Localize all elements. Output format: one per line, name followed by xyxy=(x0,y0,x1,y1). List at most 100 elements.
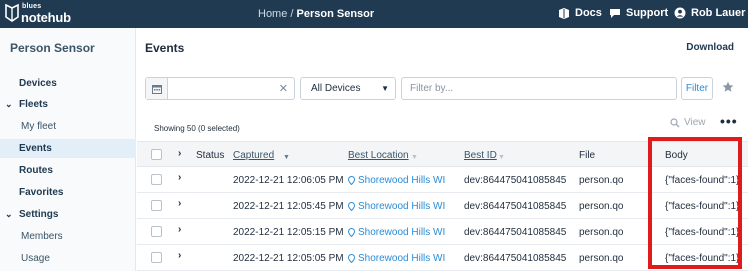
cell-location[interactable]: Shorewood Hills WI xyxy=(348,253,445,264)
column-best-id-label: Best ID xyxy=(464,150,497,161)
sidebar-item-label: Favorites xyxy=(19,187,64,198)
sidebar-item-label: Fleets xyxy=(19,99,48,110)
sidebar-item-label: My fleet xyxy=(21,121,57,132)
cell-file: person.qo xyxy=(579,227,624,238)
cell-location-label: Shorewood Hills WI xyxy=(358,201,446,212)
sidebar-item-label: Usage xyxy=(21,253,50,264)
chevron-right-icon[interactable]: › xyxy=(178,250,181,261)
cell-location-label: Shorewood Hills WI xyxy=(358,227,446,238)
chevron-down-icon[interactable]: ⌄ xyxy=(5,99,13,110)
cell-best-id: dev:864475041085845 xyxy=(464,175,567,186)
project-title[interactable]: Person Sensor xyxy=(10,41,95,55)
cell-captured: 2022-12-21 12:05:05 PM xyxy=(233,253,344,264)
cell-location[interactable]: Shorewood Hills WI xyxy=(348,175,445,186)
breadcrumb-current: Person Sensor xyxy=(296,8,375,20)
support-link[interactable]: Support xyxy=(609,7,668,19)
column-best-location-label: Best Location xyxy=(348,150,409,161)
cell-captured: 2022-12-21 12:06:05 PM xyxy=(233,175,344,186)
location-pin-icon xyxy=(348,202,355,211)
cell-location[interactable]: Shorewood Hills WI xyxy=(348,227,445,238)
chevron-right-icon[interactable]: › xyxy=(178,198,181,209)
sidebar-item-events[interactable]: Events xyxy=(0,139,136,158)
docs-icon xyxy=(559,7,569,19)
cell-location-label: Shorewood Hills WI xyxy=(358,253,446,264)
column-status: Status xyxy=(196,150,225,161)
cell-file: person.qo xyxy=(579,201,624,212)
cell-file: person.qo xyxy=(579,253,624,264)
sidebar-item-label: Routes xyxy=(19,165,53,176)
cell-location-label: Shorewood Hills WI xyxy=(358,175,446,186)
device-select[interactable]: All Devices ▼ xyxy=(300,77,396,100)
location-pin-icon xyxy=(348,176,355,185)
column-best-location[interactable]: Best Location xyxy=(348,150,409,161)
sidebar-item-usage[interactable]: Usage xyxy=(0,249,136,268)
body-column-highlight xyxy=(648,137,742,269)
sidebar-item-members[interactable]: Members xyxy=(0,227,136,246)
device-select-value: All Devices xyxy=(311,83,361,94)
location-pin-icon xyxy=(348,254,355,263)
cell-best-id: dev:864475041085845 xyxy=(464,201,567,212)
calendar-icon[interactable] xyxy=(146,78,168,99)
cell-captured: 2022-12-21 12:05:45 PM xyxy=(233,201,344,212)
sidebar: Person Sensor Devices ⌄ Fleets My fleet … xyxy=(0,28,136,271)
select-all-checkbox[interactable] xyxy=(151,149,162,160)
sidebar-item-label: Members xyxy=(21,231,63,242)
page-title: Events xyxy=(145,41,185,55)
row-checkbox[interactable] xyxy=(151,200,162,211)
row-checkbox[interactable] xyxy=(151,252,162,263)
breadcrumb-separator: / xyxy=(287,8,297,20)
breadcrumb: Home / Person Sensor xyxy=(258,8,374,20)
download-button[interactable]: Download xyxy=(686,42,734,53)
column-best-id[interactable]: Best ID xyxy=(464,150,497,161)
more-icon[interactable]: ••• xyxy=(720,113,738,129)
clear-icon[interactable]: ✕ xyxy=(279,82,288,95)
star-icon[interactable] xyxy=(722,81,734,93)
column-captured[interactable]: Captured xyxy=(233,150,274,161)
sidebar-item-settings[interactable]: ⌄ Settings xyxy=(0,205,136,224)
filter-input[interactable]: Filter by... xyxy=(401,77,677,100)
location-pin-icon xyxy=(348,228,355,237)
sort-down-icon[interactable]: ▼ xyxy=(278,151,290,162)
filter-button[interactable]: Filter xyxy=(681,77,713,100)
sidebar-item-devices[interactable]: Devices xyxy=(0,74,136,93)
cell-location[interactable]: Shorewood Hills WI xyxy=(348,201,445,212)
brand-small-text: blues xyxy=(22,3,42,10)
chevron-right-icon[interactable]: › xyxy=(178,224,181,235)
date-range-input[interactable]: ✕ xyxy=(145,77,295,100)
brand-name[interactable]: notehub xyxy=(21,10,71,25)
user-name: Rob Lauer xyxy=(691,7,746,19)
sort-icon[interactable]: ▼ xyxy=(406,151,418,162)
docs-link[interactable]: Docs xyxy=(558,7,602,19)
sidebar-item-fleets[interactable]: ⌄ Fleets xyxy=(0,95,136,114)
search-icon xyxy=(670,117,680,127)
cell-file: person.qo xyxy=(579,175,624,186)
notehub-logo-icon[interactable] xyxy=(4,3,20,23)
cell-best-id: dev:864475041085845 xyxy=(464,253,567,264)
column-captured-label: Captured xyxy=(233,150,275,161)
sidebar-item-label: Settings xyxy=(19,209,59,220)
row-checkbox[interactable] xyxy=(151,174,162,185)
view-label: View xyxy=(684,117,706,128)
results-count: Showing 50 (0 selected) xyxy=(154,124,240,133)
support-label: Support xyxy=(626,7,669,19)
docs-label: Docs xyxy=(575,7,602,19)
column-file: File xyxy=(579,150,596,161)
breadcrumb-home[interactable]: Home xyxy=(258,8,287,20)
sidebar-item-label: Devices xyxy=(19,78,57,89)
sidebar-item-favorites[interactable]: Favorites xyxy=(0,183,136,202)
top-bar: blues notehub Home / Person Sensor Docs … xyxy=(0,0,748,28)
user-icon xyxy=(674,7,686,19)
chevron-right-icon[interactable]: › xyxy=(178,172,181,183)
sidebar-item-label: Events xyxy=(19,143,52,154)
sort-icon[interactable]: ▼ xyxy=(493,151,505,162)
user-menu[interactable]: Rob Lauer ▾ xyxy=(674,7,748,19)
sidebar-item-routes[interactable]: Routes xyxy=(0,161,136,180)
chevron-right-icon[interactable]: › xyxy=(178,148,181,159)
support-icon xyxy=(610,8,620,18)
chevron-down-icon: ▼ xyxy=(381,84,389,93)
sidebar-item-my-fleet[interactable]: My fleet xyxy=(0,117,136,136)
row-checkbox[interactable] xyxy=(151,226,162,237)
cell-best-id: dev:864475041085845 xyxy=(464,227,567,238)
chevron-down-icon[interactable]: ⌄ xyxy=(5,209,13,220)
view-button[interactable]: View xyxy=(670,117,706,128)
